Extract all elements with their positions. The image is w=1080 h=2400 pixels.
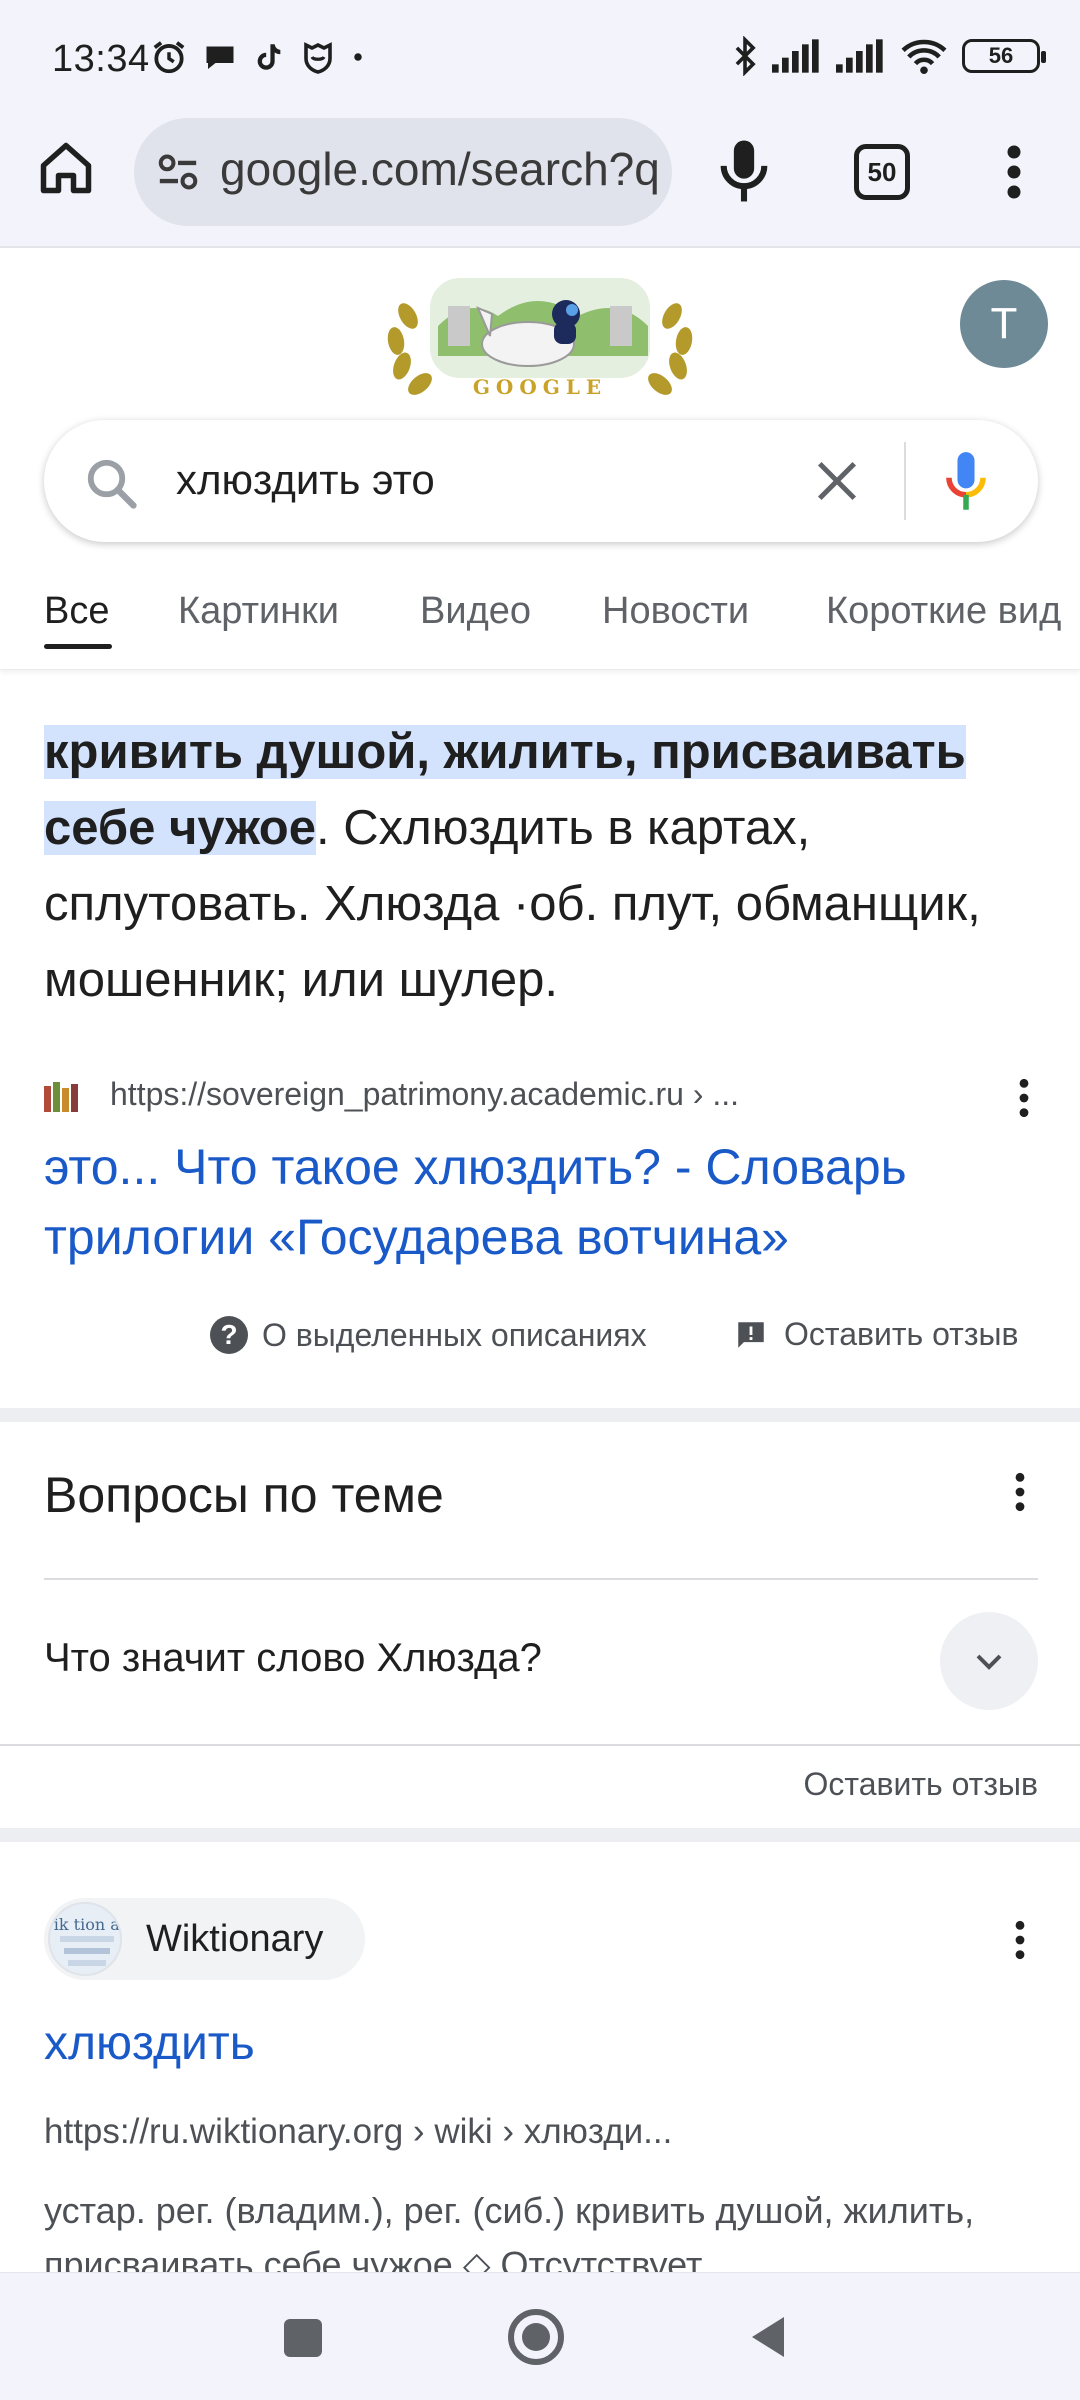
back-icon[interactable] (748, 2313, 788, 2361)
tab-shorts[interactable]: Короткие вид (826, 590, 1061, 633)
notification-icons (150, 38, 366, 76)
system-navigation-bar (0, 2272, 1080, 2400)
more-vert-icon[interactable] (1010, 1918, 1030, 1962)
books-favicon-icon (44, 1082, 78, 1112)
about-label: О выделенных описаниях (262, 1316, 647, 1353)
status-time: 13:34 (52, 38, 150, 80)
snippet-footer: ? О выделенных описаниях Оставить отзыв (0, 1312, 1080, 1372)
browser-toolbar: google.com/search?q 50 (0, 118, 1080, 248)
bluetooth-icon (735, 36, 756, 76)
signal-icon-2 (836, 39, 883, 73)
wifi-icon (901, 39, 947, 75)
home-icon[interactable] (36, 138, 96, 198)
snippet-source[interactable]: https://sovereign_patrimony.academic.ru … (44, 1076, 1034, 1120)
result-url[interactable]: https://ru.wiktionary.org › wiki › хлюзд… (44, 2112, 672, 2152)
more-vert-icon[interactable] (1014, 1076, 1034, 1120)
google-doodle[interactable]: GOOGLE (378, 266, 702, 402)
about-featured-snippets-link[interactable]: ? О выделенных описаниях (210, 1316, 647, 1354)
related-question[interactable]: Что значит слово Хлюзда? (44, 1636, 542, 1681)
status-bar: 13:34 56 (0, 0, 1080, 118)
snippet-result-title[interactable]: это... Что такое хлюздить? - Словарь три… (44, 1132, 1044, 1272)
system-icons: 56 (732, 36, 1046, 76)
more-vert-icon[interactable] (1010, 1470, 1030, 1514)
account-avatar[interactable]: T (960, 280, 1048, 368)
chevron-down-icon (976, 1654, 1002, 1670)
google-mic-icon[interactable] (944, 450, 988, 514)
feedback-link[interactable]: Оставить отзыв (734, 1316, 1019, 1353)
tiktok-icon (257, 44, 281, 70)
recents-button[interactable] (284, 2319, 322, 2357)
expand-question-button[interactable] (940, 1612, 1038, 1710)
alarm-icon (153, 41, 185, 74)
divider (44, 1578, 1038, 1580)
laurel-right-icon (648, 303, 693, 395)
snippet-source-url[interactable]: https://sovereign_patrimony.academic.ru … (110, 1076, 739, 1113)
address-bar[interactable]: google.com/search?q (134, 118, 672, 226)
search-divider (904, 442, 906, 520)
dot-icon (354, 53, 362, 61)
url-text[interactable]: google.com/search?q (220, 142, 660, 196)
divider (0, 1744, 1080, 1746)
result-snippet: устар. рег. (владим.), рег. (сиб.) криви… (44, 2190, 975, 2272)
battery-indicator: 56 (962, 39, 1046, 73)
feedback-label: Оставить отзыв (784, 1316, 1019, 1352)
active-tab-indicator (44, 644, 112, 649)
shield-app-icon (304, 42, 332, 74)
search-icon (87, 459, 137, 509)
tab-images[interactable]: Картинки (178, 590, 339, 633)
wiktionary-logo: Wik tion ary (48, 1902, 122, 1976)
section-divider (0, 1828, 1080, 1842)
svg-text:Wik tion ary: Wik tion ary (50, 1915, 122, 1934)
site-settings-icon[interactable] (156, 152, 200, 192)
site-name: Wiktionary (146, 1918, 324, 1960)
tab-all[interactable]: Все (44, 590, 109, 633)
search-box[interactable]: хлюздить это (44, 420, 1038, 542)
more-vert-icon[interactable] (996, 142, 1032, 202)
related-questions-title: Вопросы по теме (44, 1467, 444, 1523)
tab-videos[interactable]: Видео (420, 590, 531, 633)
tab-switcher-button[interactable]: 50 (854, 144, 910, 200)
tab-news[interactable]: Новости (602, 590, 749, 633)
section-divider (0, 1408, 1080, 1422)
chat-icon (206, 46, 234, 69)
featured-snippet-text: кривить душой, жилить, присваивать себе … (44, 714, 1034, 1018)
feedback-icon (738, 1321, 764, 1348)
home-button[interactable] (508, 2309, 564, 2365)
voice-search-icon[interactable] (716, 138, 772, 204)
result-title[interactable]: хлюздить (44, 2016, 255, 2071)
result-site-chip[interactable]: Wik tion ary Wiktionary (44, 1898, 366, 1980)
signal-icon (772, 39, 819, 73)
feedback-link[interactable]: Оставить отзыв (804, 1766, 1039, 1803)
search-tabs: Все Картинки Видео Новости Короткие вид (0, 580, 1080, 670)
doodle-text: GOOGLE (473, 375, 607, 399)
wiktionary-logo-icon: Wik tion ary (50, 1915, 122, 1966)
help-icon: ? (210, 1316, 248, 1354)
search-query[interactable]: хлюздить это (176, 456, 435, 504)
clear-icon[interactable] (814, 458, 860, 504)
laurel-left-icon (387, 303, 432, 395)
